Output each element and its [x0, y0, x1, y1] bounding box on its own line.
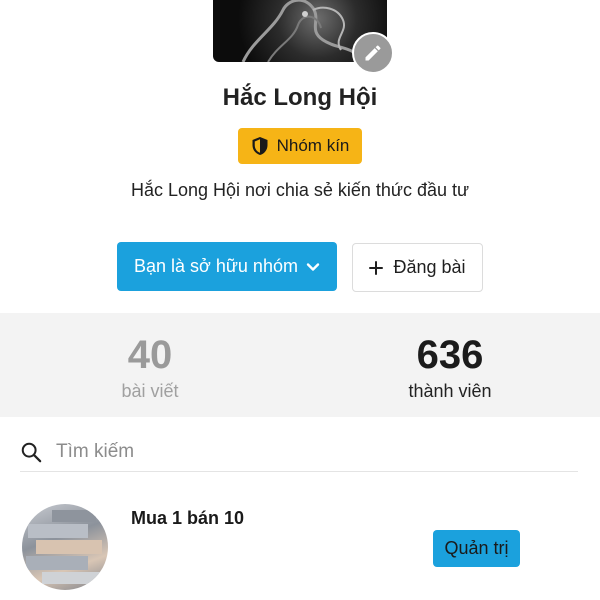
- members-label: thành viên: [408, 381, 492, 401]
- pencil-icon: [365, 45, 381, 61]
- money-stack-image: [26, 510, 102, 584]
- edit-cover-button[interactable]: [352, 32, 394, 74]
- members-count: 636: [416, 333, 484, 377]
- avatar[interactable]: [22, 504, 108, 590]
- posts-count: 40: [127, 333, 173, 377]
- search-icon: [21, 442, 42, 462]
- list-item-title[interactable]: Mua 1 bán 10: [131, 508, 244, 529]
- owner-status-label: Bạn là sở hữu nhóm: [134, 256, 298, 276]
- group-description: Hắc Long Hội nơi chia sẻ kiến thức đầu t…: [130, 180, 470, 200]
- create-post-button[interactable]: Đăng bài: [352, 243, 483, 292]
- group-page: Hắc Long Hội Nhóm kín Hắc Long Hội nơi c…: [0, 0, 600, 600]
- privacy-badge: Nhóm kín: [238, 128, 362, 164]
- chevron-down-icon: [306, 262, 320, 271]
- plus-icon: [369, 260, 384, 275]
- owner-status-button[interactable]: Bạn là sở hữu nhóm: [117, 242, 337, 291]
- privacy-badge-label: Nhóm kín: [276, 136, 350, 155]
- search-placeholder: Tìm kiếm: [56, 440, 135, 462]
- members-stat[interactable]: 636 thành viên: [300, 313, 600, 402]
- posts-stat[interactable]: 40 bài viết: [0, 313, 300, 402]
- shield-icon: [252, 137, 268, 155]
- posts-label: bài viết: [121, 381, 179, 401]
- group-title: Hắc Long Hội: [222, 84, 378, 111]
- group-stats: 40 bài viết 636 thành viên: [0, 313, 600, 417]
- create-post-label: Đăng bài: [393, 257, 466, 277]
- admin-button[interactable]: Quản trị: [433, 530, 520, 567]
- search-input[interactable]: Tìm kiếm: [20, 432, 578, 472]
